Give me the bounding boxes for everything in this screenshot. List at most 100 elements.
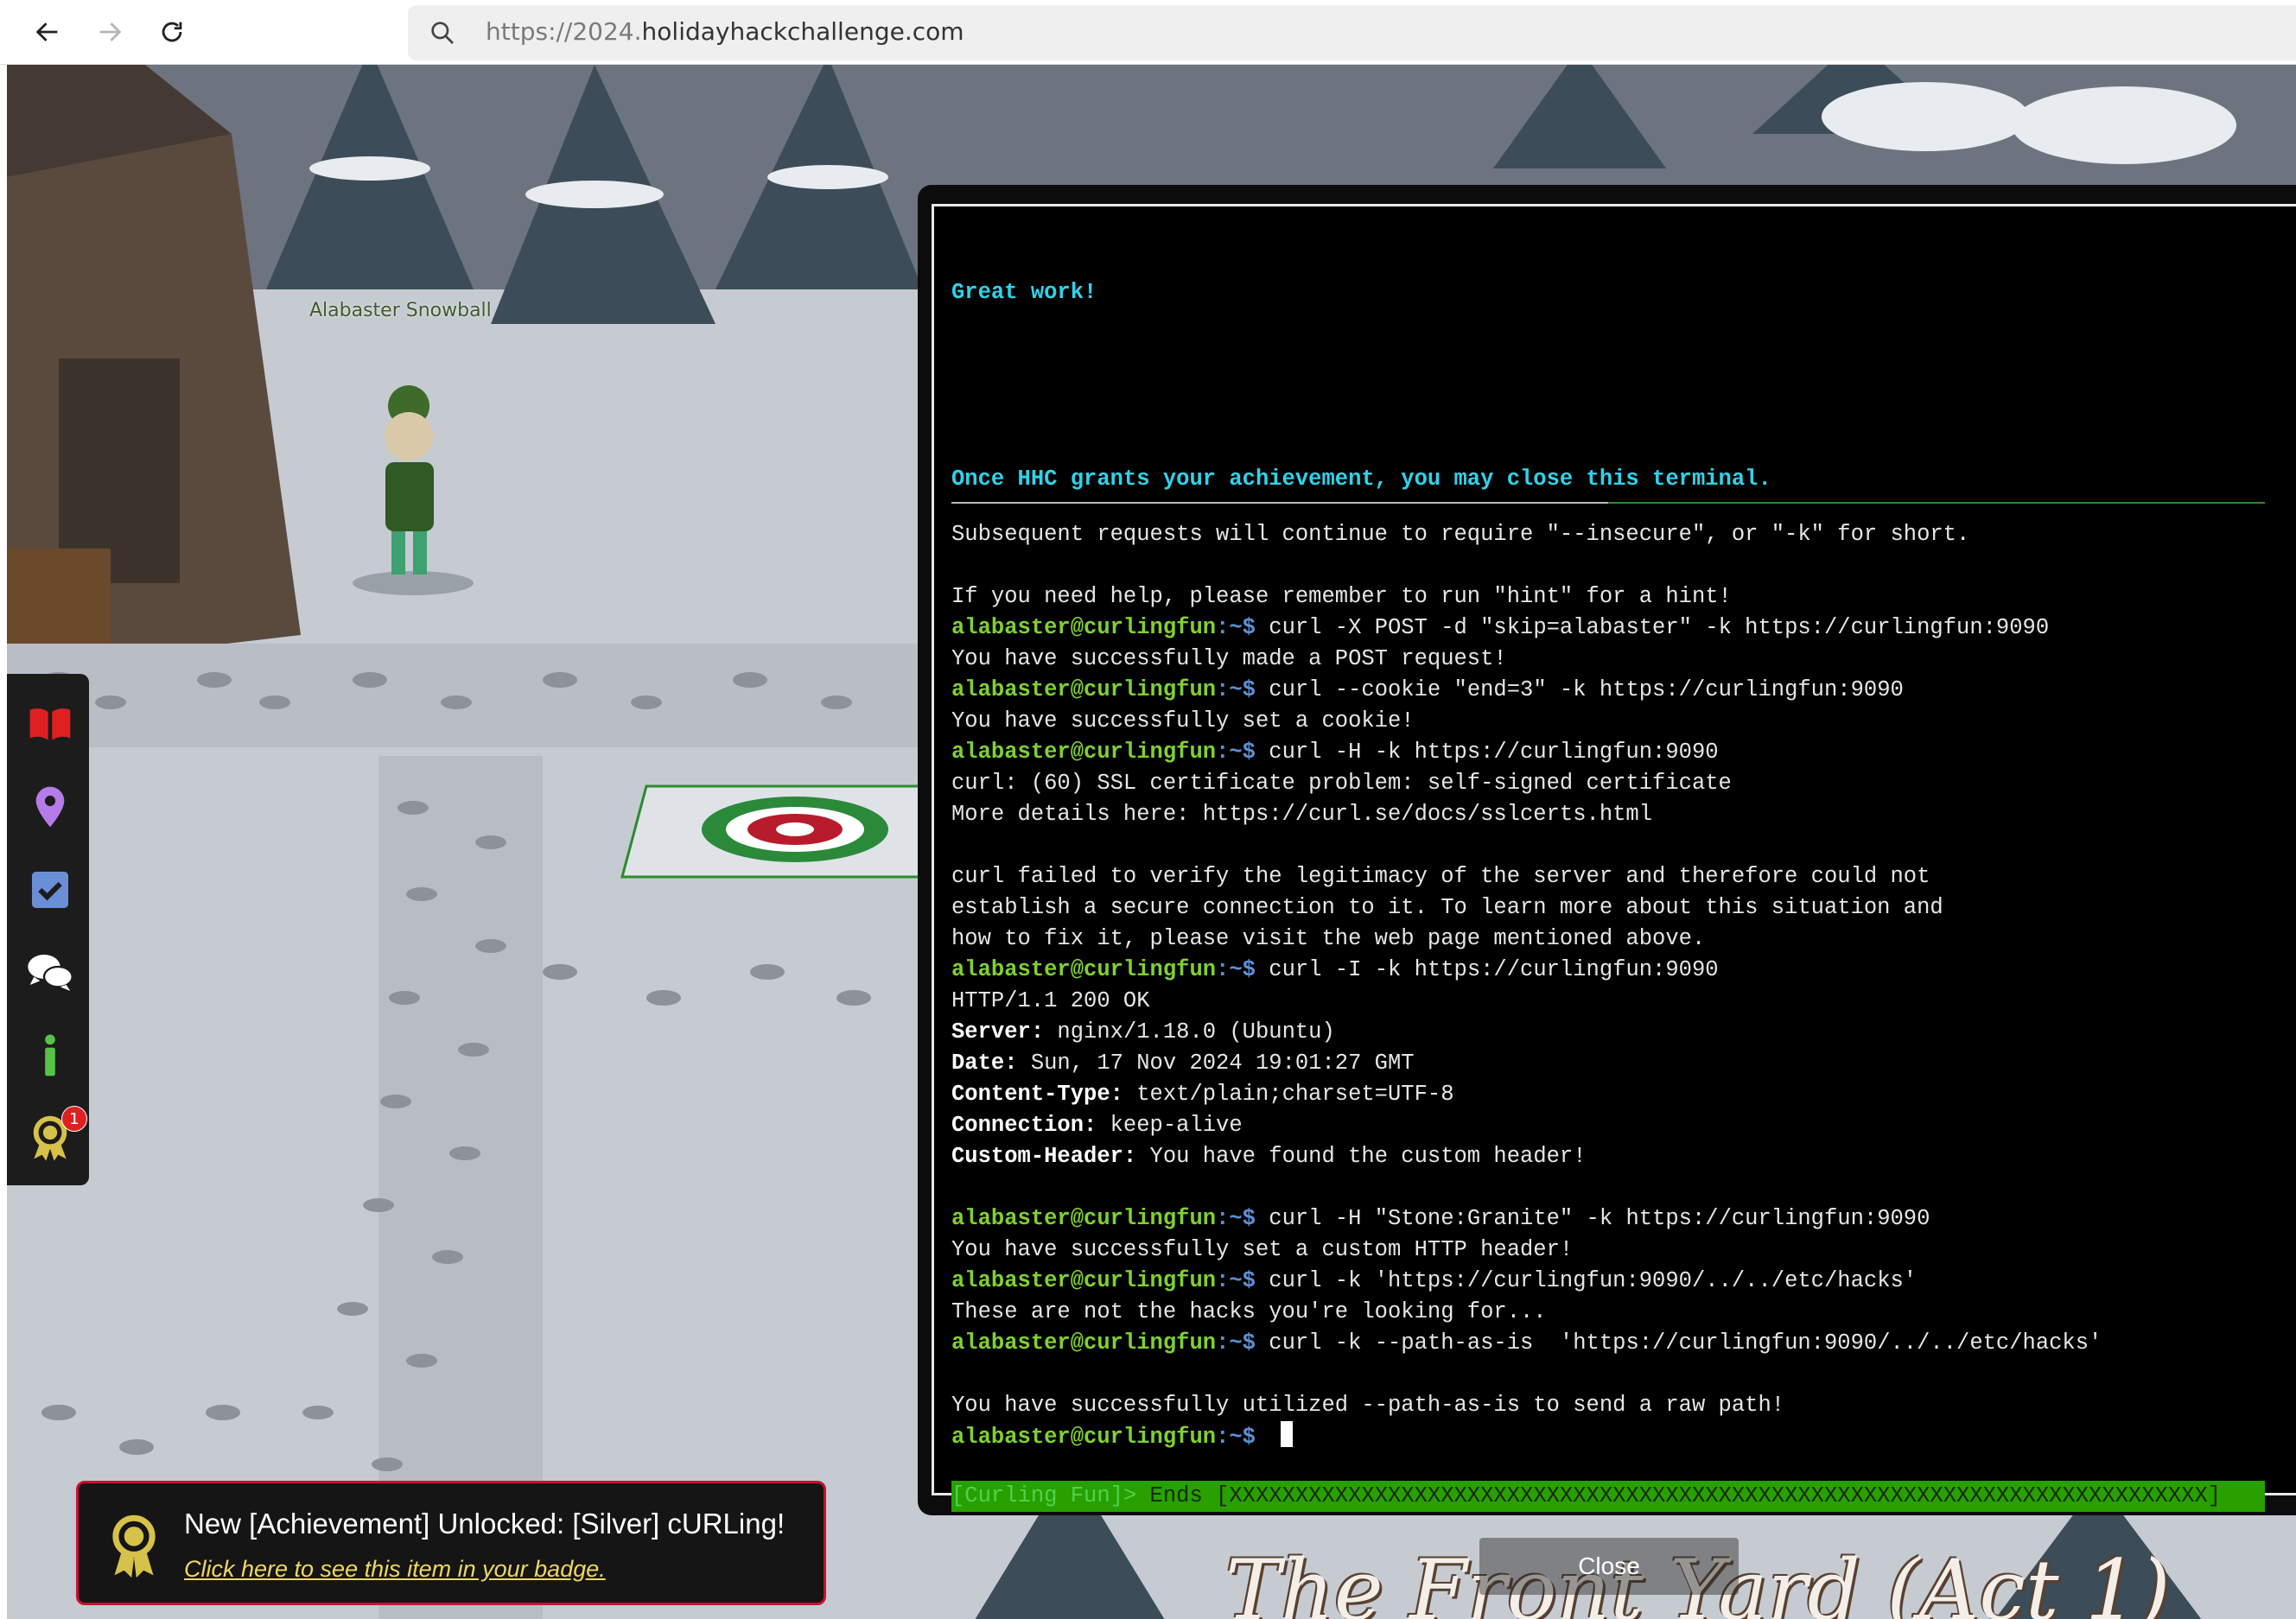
terminal-line: curl: (60) SSL certificate problem: self…: [951, 771, 1732, 796]
reload-button[interactable]: [150, 10, 194, 54]
url-prefix: https://2024.: [486, 17, 642, 46]
command-text: curl -H -k https://curlingfun:9090: [1269, 740, 1719, 765]
browser-toolbar: https://2024.holidayhackchallenge.com: [0, 0, 2296, 65]
terminal-cursor: [1281, 1421, 1294, 1447]
terminal-line: If you need help, please remember to run…: [951, 584, 1732, 609]
terminal-line: Server: nginx/1.18.0 (Ubuntu): [951, 1017, 2274, 1048]
terminal-line: Custom-Header: You have found the custom…: [951, 1141, 2274, 1172]
prompt-user: alabaster@curlingfun: [951, 1206, 1217, 1231]
terminal-output: Subsequent requests will continue to req…: [951, 519, 2274, 1452]
http-header-key: Content-Type:: [951, 1082, 1123, 1107]
book-icon[interactable]: [26, 700, 74, 748]
close-terminal-button[interactable]: Close: [1479, 1538, 1739, 1595]
command-text: curl -I -k https://curlingfun:9090: [1269, 957, 1719, 982]
terminal-line: alabaster@curlingfun:~$ curl -k --path-a…: [951, 1328, 2274, 1359]
url-domain: holidayhackchallenge.com: [641, 17, 964, 46]
tmux-status-bar: [Curling Fun]> Ends [XXXXXXXXXXXXXXXXXXX…: [951, 1481, 2265, 1512]
prompt-path: :~$: [1216, 740, 1269, 765]
terminal-line: alabaster@curlingfun:~$: [951, 1421, 2274, 1452]
terminal-top-line: Once HHC grants your achievement, you ma…: [951, 467, 1771, 492]
prompt-path: :~$: [1216, 1206, 1269, 1231]
status-prefix: [Curling Fun]>: [951, 1483, 1150, 1508]
terminal-top-line: [951, 371, 2282, 402]
chat-icon[interactable]: [26, 949, 74, 997]
prompt-user: alabaster@curlingfun: [951, 1425, 1217, 1450]
toast-badge-link[interactable]: Click here to see this item in your badg…: [184, 1556, 606, 1583]
terminal-line: Date: Sun, 17 Nov 2024 19:01:27 GMT: [951, 1048, 2274, 1079]
notification-count-badge: 1: [61, 1106, 87, 1132]
prompt-path: :~$: [1216, 1330, 1269, 1356]
http-header-value: nginx/1.18.0 (Ubuntu): [1044, 1019, 1335, 1044]
terminal-line: alabaster@curlingfun:~$ curl -I -k https…: [951, 955, 2274, 986]
url-text: https://2024.holidayhackchallenge.com: [486, 17, 964, 46]
prompt-user: alabaster@curlingfun: [951, 677, 1217, 702]
http-header-key: Server:: [951, 1019, 1045, 1044]
npc-name-label: Alabaster Snowball: [309, 300, 492, 321]
terminal-line: You have successfully set a cookie!: [951, 708, 1415, 733]
toast-title: New [Achievement] Unlocked: [Silver] cUR…: [184, 1508, 785, 1540]
command-text: curl -k --path-as-is 'https://curlingfun…: [1269, 1330, 2102, 1356]
prompt-path: :~$: [1216, 615, 1269, 640]
prompt-path: :~$: [1216, 957, 1269, 982]
terminal-top-pane: Great work! Once HHC grants your achieve…: [951, 215, 2282, 509]
map-pin-icon[interactable]: [26, 783, 74, 831]
back-button[interactable]: [26, 10, 69, 54]
ribbon-badge-icon: [112, 1514, 156, 1578]
terminal-line: You have successfully utilized --path-as…: [951, 1393, 1785, 1418]
terminal-line: alabaster@curlingfun:~$ curl -k 'https:/…: [951, 1266, 2274, 1297]
prompt-path: :~$: [1216, 677, 1269, 702]
command-text: curl -H "Stone:Granite" -k https://curli…: [1269, 1206, 1930, 1231]
info-icon[interactable]: [26, 1032, 74, 1080]
terminal-line: alabaster@curlingfun:~$ curl -H -k https…: [951, 737, 2274, 768]
prompt-path: :~$: [1216, 1268, 1269, 1293]
terminal-line: Connection: keep-alive: [951, 1110, 2274, 1141]
http-header-value: Sun, 17 Nov 2024 19:01:27 GMT: [1017, 1051, 1415, 1076]
prompt-user: alabaster@curlingfun: [951, 615, 1217, 640]
prompt-user: alabaster@curlingfun: [951, 1268, 1217, 1293]
terminal-line: Subsequent requests will continue to req…: [951, 522, 1970, 547]
prompt-user: alabaster@curlingfun: [951, 1330, 1217, 1356]
search-icon: [431, 22, 454, 44]
status-text: Ends [XXXXXXXXXXXXXXXXXXXXXXXXXXXXXXXXXX…: [1149, 1483, 2222, 1508]
prompt-path: :~$: [1216, 1425, 1269, 1450]
prompt-user: alabaster@curlingfun: [951, 740, 1217, 765]
terminal-line: These are not the hacks you're looking f…: [951, 1299, 1547, 1324]
terminal-window: Great work! Once HHC grants your achieve…: [918, 185, 2296, 1515]
forward-button[interactable]: [88, 10, 131, 54]
http-header-value: text/plain;charset=UTF-8: [1123, 1082, 1454, 1107]
http-header-key: Connection:: [951, 1113, 1097, 1138]
prompt-user: alabaster@curlingfun: [951, 957, 1217, 982]
checkbox-icon[interactable]: [26, 866, 74, 914]
terminal-line: alabaster@curlingfun:~$ curl -H "Stone:G…: [951, 1203, 2274, 1235]
terminal-line: More details here: https://curl.se/docs/…: [951, 802, 1653, 827]
pane-divider: [951, 502, 2265, 504]
terminal-top-line: Great work!: [951, 280, 1097, 305]
terminal-line: alabaster@curlingfun:~$ curl --cookie "e…: [951, 675, 2274, 706]
terminal-line: curl failed to verify the legitimacy of …: [951, 864, 1930, 889]
terminal-line: alabaster@curlingfun:~$ curl -X POST -d …: [951, 613, 2274, 644]
reload-icon: [162, 22, 182, 42]
arrow-left-icon: [35, 22, 58, 41]
terminal-line: establish a secure connection to it. To …: [951, 895, 1943, 920]
terminal-line: Content-Type: text/plain;charset=UTF-8: [951, 1079, 2274, 1110]
http-header-key: Date:: [951, 1051, 1018, 1076]
command-text: curl --cookie "end=3" -k https://curling…: [1269, 677, 1904, 702]
http-header-value: keep-alive: [1097, 1113, 1243, 1138]
side-menu: 1: [7, 674, 89, 1185]
http-header-value: You have found the custom header!: [1136, 1144, 1587, 1169]
command-text: curl -k 'https://curlingfun:9090/../../e…: [1269, 1268, 1918, 1293]
http-header-key: Custom-Header:: [951, 1144, 1137, 1169]
address-bar[interactable]: https://2024.holidayhackchallenge.com: [408, 5, 2296, 60]
terminal-line: You have successfully made a POST reques…: [951, 646, 1507, 671]
terminal-line: how to fix it, please visit the web page…: [951, 926, 1706, 951]
command-text: curl -X POST -d "skip=alabaster" -k http…: [1269, 615, 2050, 640]
terminal-line: You have successfully set a custom HTTP …: [951, 1237, 1574, 1262]
arrow-right-icon: [99, 22, 122, 41]
terminal-screen[interactable]: Great work! Once HHC grants your achieve…: [932, 204, 2296, 1512]
terminal-line: HTTP/1.1 200 OK: [951, 988, 1150, 1013]
achievement-toast[interactable]: New [Achievement] Unlocked: [Silver] cUR…: [76, 1481, 826, 1605]
